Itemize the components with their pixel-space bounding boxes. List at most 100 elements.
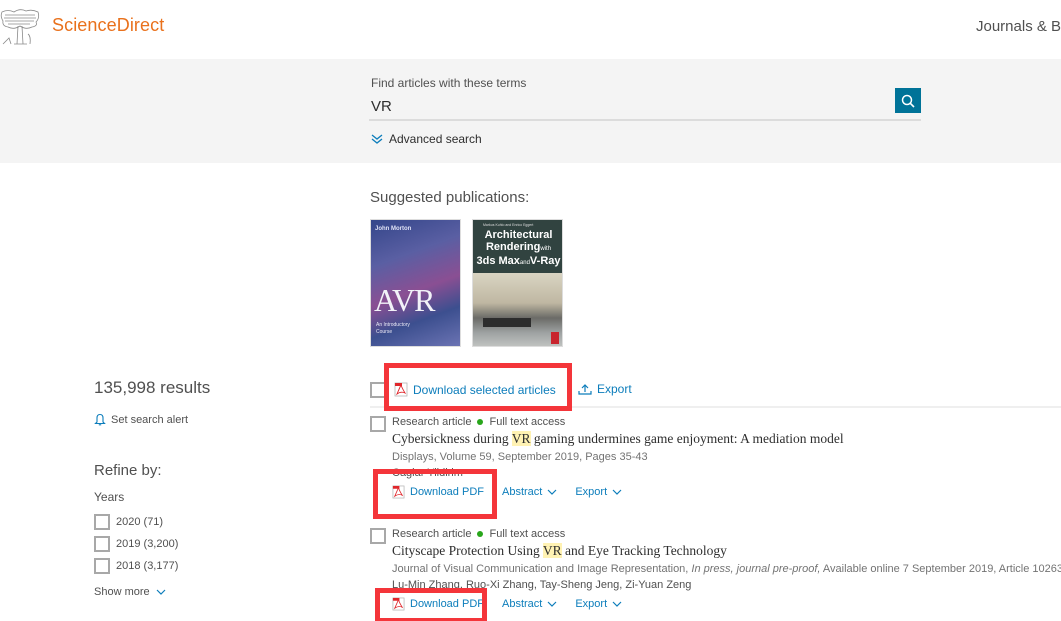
pdf-icon	[392, 485, 405, 499]
source-status: In press, journal pre-proof,	[691, 563, 821, 575]
bell-icon	[94, 413, 106, 426]
export-label: Export	[575, 486, 608, 498]
title-highlight: VR	[542, 543, 562, 558]
cover-title: Architectural Renderingwith 3ds MaxandV-…	[475, 229, 562, 269]
result-actions: Download PDF Abstract Export	[392, 485, 640, 499]
search-input[interactable]	[371, 93, 891, 119]
article-type: Research article	[392, 416, 472, 428]
search-icon	[901, 94, 915, 108]
result-source: Displays, Volume 59, September 2019, Pag…	[392, 451, 648, 463]
publisher-badge	[551, 332, 559, 344]
search-button[interactable]	[895, 88, 921, 113]
cover-title-connector: and	[519, 260, 530, 266]
select-all-checkbox[interactable]	[370, 382, 386, 398]
abstract-label: Abstract	[501, 598, 543, 610]
nav-journals-books[interactable]: Journals & Bo	[976, 18, 1061, 35]
result-checkbox[interactable]	[370, 528, 386, 544]
cover-title-line: 3ds MaxandV-Ray	[475, 255, 562, 269]
year-filter-2020[interactable]: 2020 (71)	[94, 514, 163, 530]
cover-image-detail	[483, 318, 531, 327]
cover-title-line: Renderingwith	[475, 241, 562, 255]
show-more-label: Show more	[94, 586, 150, 598]
access-label: Full text access	[489, 416, 566, 428]
title-text: Cybersickness during	[392, 431, 512, 446]
year-filter-label: 2018 (3,177)	[116, 560, 179, 572]
access-dot-icon	[477, 531, 484, 537]
title-text: and Eye Tracking Technology	[561, 543, 727, 558]
result-title-link[interactable]: Cybersickness during VR gaming undermine…	[392, 431, 844, 447]
checkbox[interactable]	[94, 536, 110, 552]
upload-icon	[578, 384, 592, 395]
search-panel: Find articles with these terms Advanced …	[0, 59, 1061, 163]
advanced-search-label: Advanced search	[389, 132, 482, 146]
chevron-down-icon	[547, 601, 557, 607]
result-meta: Research article Full text access	[392, 528, 565, 540]
export-selected-button[interactable]: Export	[578, 382, 632, 396]
export-dropdown[interactable]: Export	[575, 598, 622, 610]
years-filter-label: Years	[94, 490, 125, 504]
cover-subtitle-line: An Introductory	[376, 322, 410, 328]
cover-image	[473, 273, 562, 346]
chevron-down-icon	[156, 589, 166, 595]
show-more-years-button[interactable]: Show more	[94, 586, 166, 598]
download-pdf-button[interactable]: Download PDF	[392, 485, 484, 499]
double-chevron-down-icon	[371, 134, 383, 144]
cover-title-word: Rendering	[485, 241, 541, 253]
result-title-link[interactable]: Cityscape Protection Using VR and Eye Tr…	[392, 543, 727, 559]
year-filter-2019[interactable]: 2019 (3,200)	[94, 536, 178, 552]
year-filter-2018[interactable]: 2018 (3,177)	[94, 558, 178, 574]
cover-title-word: V-Ray	[529, 255, 561, 267]
elsevier-tree-logo-icon[interactable]	[0, 8, 40, 46]
cover-title-word: 3ds Max	[476, 255, 520, 267]
cover-title-connector: with	[540, 246, 552, 252]
article-type: Research article	[392, 528, 472, 540]
export-label: Export	[597, 382, 632, 396]
cover-title: AVR	[374, 282, 435, 318]
chevron-down-icon	[612, 489, 622, 495]
checkbox[interactable]	[94, 514, 110, 530]
result-source: Journal of Visual Communication and Imag…	[392, 563, 1061, 575]
download-pdf-label: Download PDF	[410, 486, 484, 498]
access-dot-icon	[477, 419, 484, 425]
result-actions: Download PDF Abstract Export	[392, 597, 640, 611]
divider	[370, 406, 1061, 408]
export-dropdown[interactable]: Export	[575, 486, 622, 498]
cover-title-block: Markus Kuhlo and Enrico Eggert Architect…	[473, 220, 562, 273]
year-filter-label: 2020 (71)	[116, 516, 164, 528]
year-filter-label: 2019 (3,200)	[116, 538, 179, 550]
cover-subtitle-line: Course	[376, 329, 393, 335]
cover-subtitle: An Introductory Course	[376, 322, 410, 336]
export-label: Export	[575, 598, 608, 610]
title-text: Cityscape Protection Using	[392, 543, 543, 558]
checkbox[interactable]	[94, 558, 110, 574]
publication-cover-avr[interactable]: John Morton AVR An Introductory Course	[370, 219, 461, 347]
access-label: Full text access	[489, 528, 566, 540]
download-selected-articles-button[interactable]: Download selected articles	[394, 382, 556, 397]
search-label: Find articles with these terms	[371, 76, 527, 90]
source-text: Available online 7 September 2019, Artic…	[820, 563, 1061, 575]
cover-authors: Markus Kuhlo and Enrico Eggert	[483, 223, 534, 227]
abstract-toggle[interactable]: Abstract	[502, 598, 557, 610]
search-underline	[369, 119, 921, 121]
set-search-alert-label: Set search alert	[111, 413, 189, 426]
abstract-label: Abstract	[501, 486, 543, 498]
source-text: Journal of Visual Communication and Imag…	[392, 563, 692, 575]
result-checkbox[interactable]	[370, 416, 386, 432]
result-authors: Caglar Yildirim	[392, 467, 463, 479]
result-authors: Lu-Min Zhang, Ruo-Xi Zhang, Tay-Sheng Je…	[392, 579, 692, 591]
publication-cover-architectural-rendering[interactable]: Markus Kuhlo and Enrico Eggert Architect…	[472, 219, 563, 347]
chevron-down-icon	[612, 601, 622, 607]
title-highlight: VR	[511, 431, 531, 446]
download-selected-label: Download selected articles	[413, 382, 556, 397]
title-text: gaming undermines game enjoyment: A medi…	[530, 431, 844, 446]
site-header: ScienceDirect Journals & Bo	[0, 0, 1061, 58]
brand-name[interactable]: ScienceDirect	[52, 15, 164, 36]
cover-author: John Morton	[375, 226, 412, 232]
advanced-search-toggle[interactable]: Advanced search	[371, 132, 482, 146]
download-pdf-label: Download PDF	[410, 598, 484, 610]
abstract-toggle[interactable]: Abstract	[502, 486, 557, 498]
set-search-alert-link[interactable]: Set search alert	[94, 413, 188, 426]
pdf-icon	[394, 382, 408, 397]
download-pdf-button[interactable]: Download PDF	[392, 597, 484, 611]
result-meta: Research article Full text access	[392, 416, 565, 428]
